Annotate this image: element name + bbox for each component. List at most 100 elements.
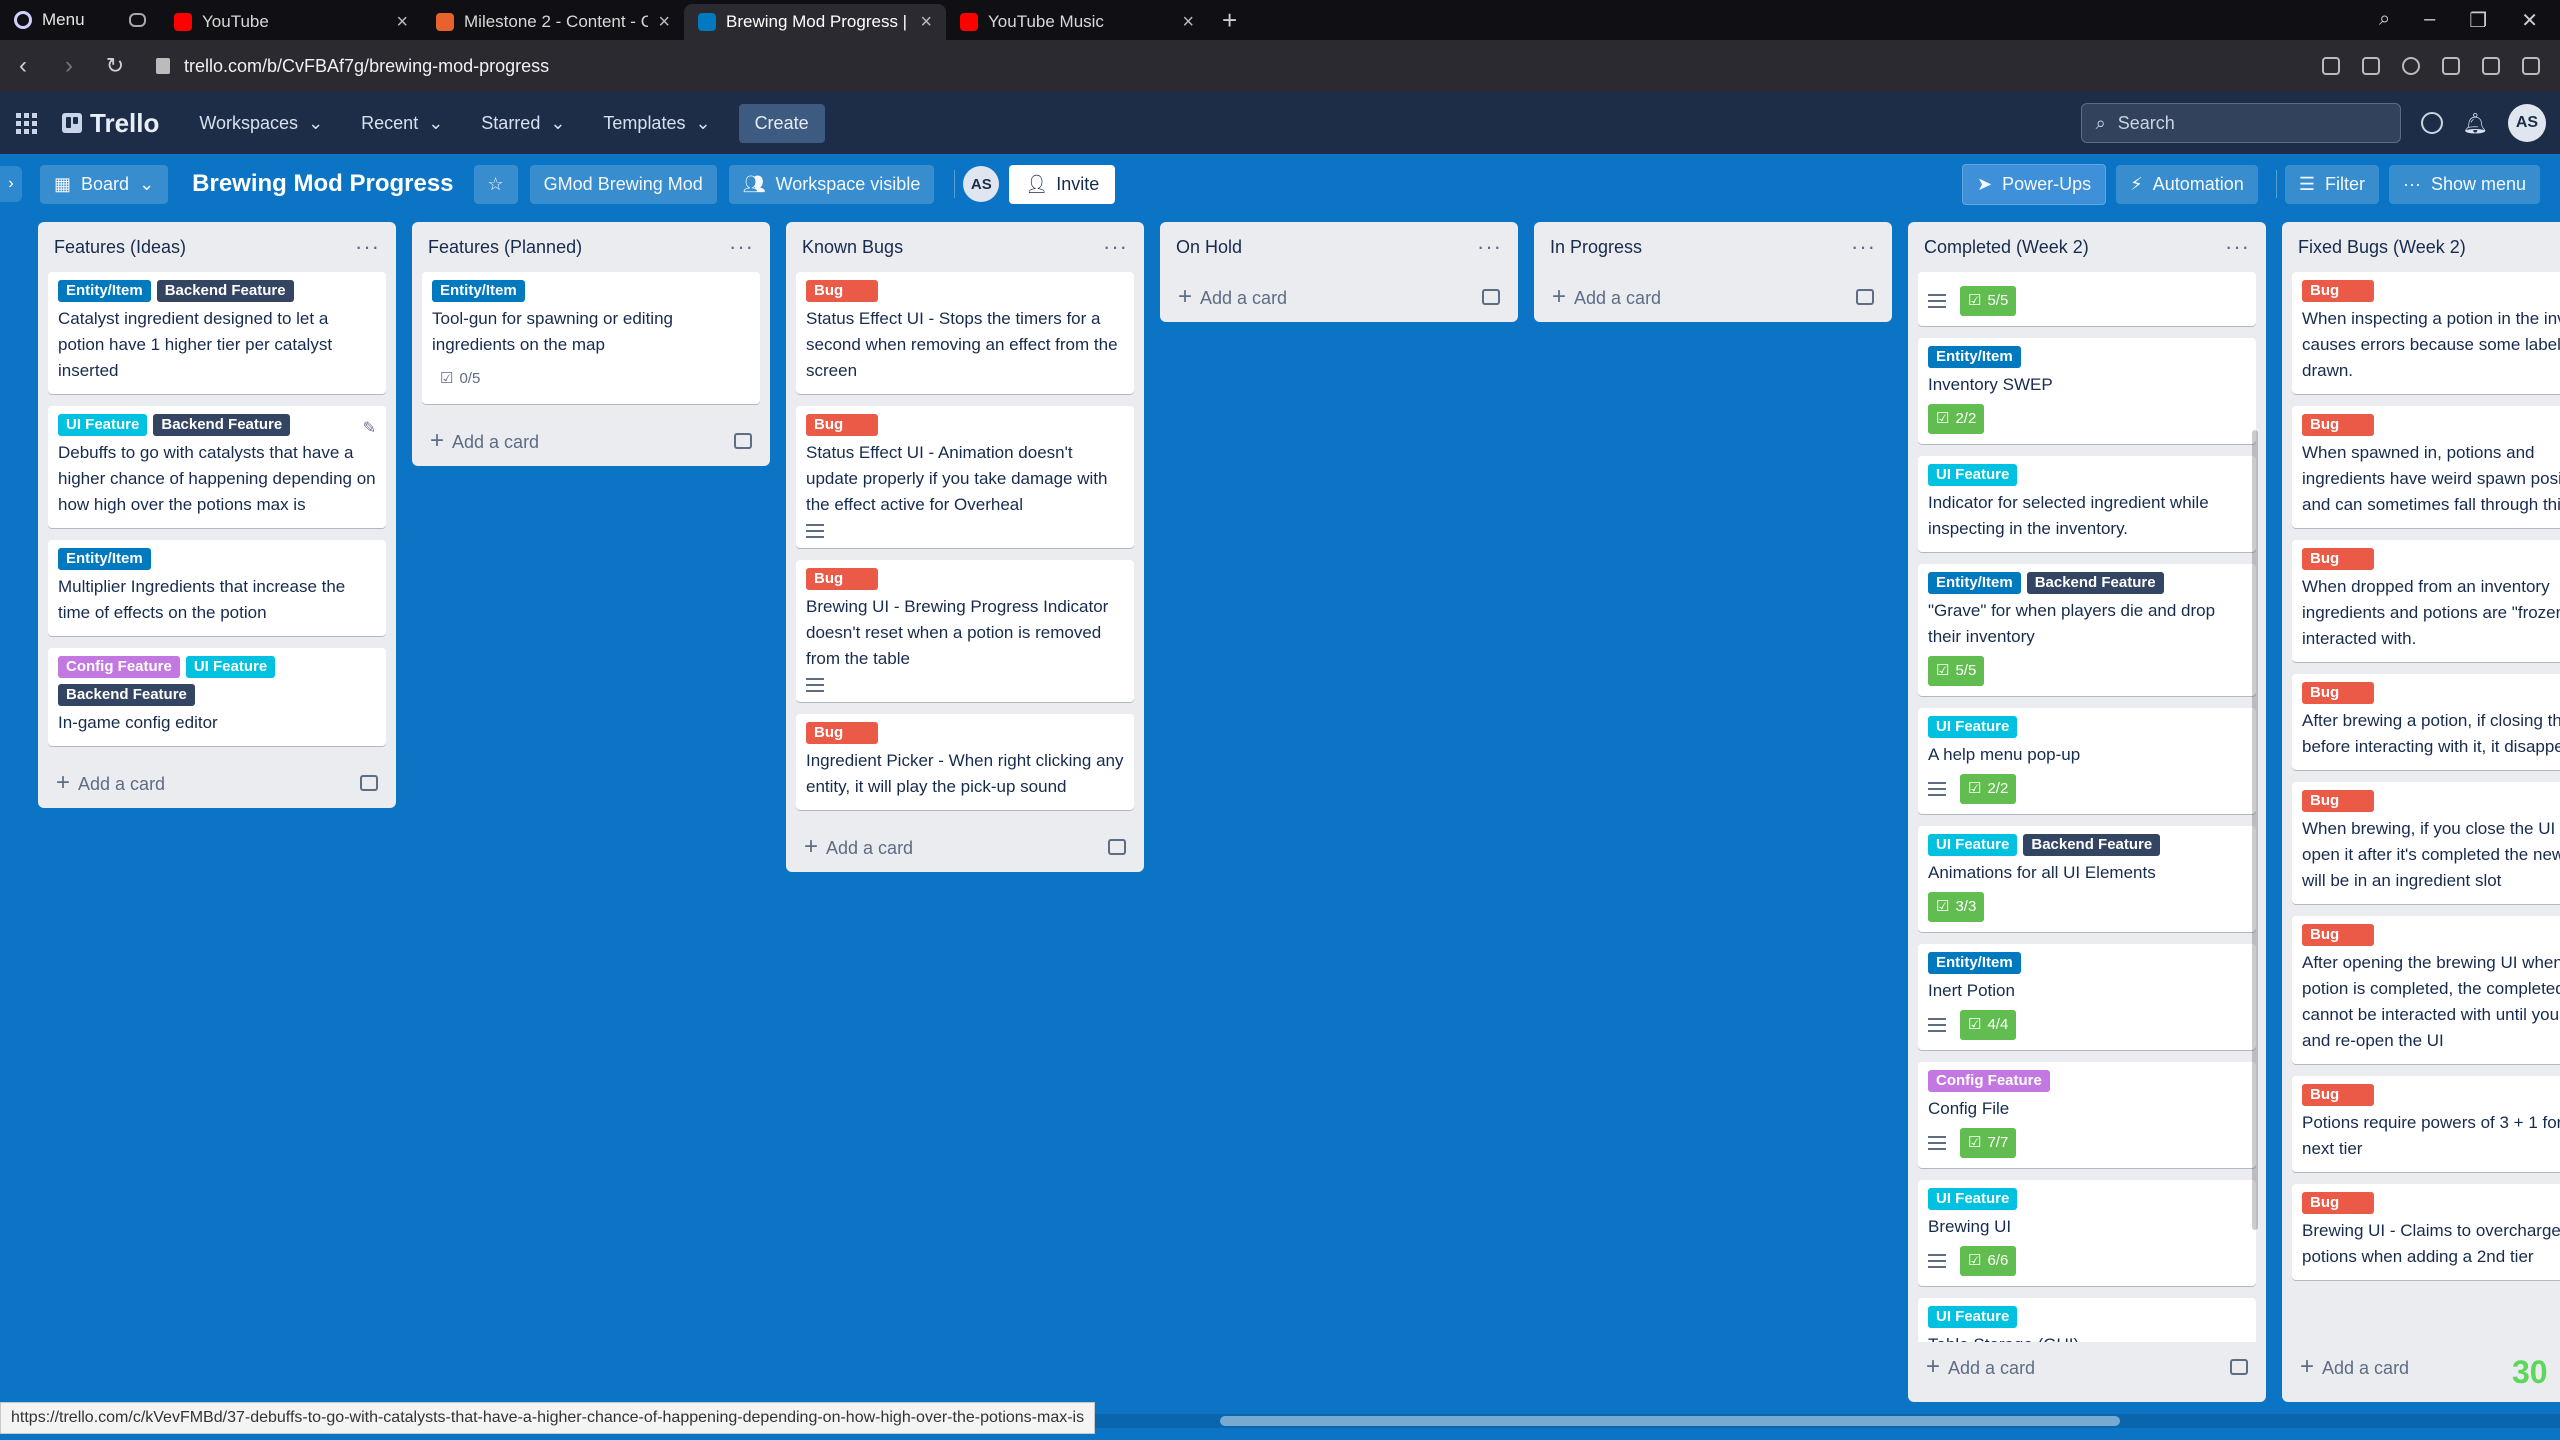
- card[interactable]: UI Feature Indicator for selected ingredi…: [1918, 456, 2256, 552]
- browser-tab[interactable]: YouTube ×: [160, 4, 422, 40]
- url-field[interactable]: trello.com/b/CvFBAf7g/brewing-mod-progre…: [156, 56, 549, 77]
- easy-setup-icon[interactable]: [2522, 57, 2540, 75]
- label-entity-item[interactable]: Entity/Item: [1928, 952, 2021, 974]
- show-menu-button[interactable]: ··· Show menu: [2388, 164, 2540, 204]
- scrollbar-thumb[interactable]: [1220, 1416, 2120, 1426]
- card[interactable]: Entity/Item Multiplier Ingredients that i…: [48, 540, 386, 636]
- label-bug[interactable]: Bug: [806, 414, 878, 436]
- new-tab-button[interactable]: +: [1208, 5, 1251, 36]
- workspace-button[interactable]: GMod Brewing Mod: [529, 164, 717, 204]
- list-menu-icon[interactable]: ···: [1851, 234, 1876, 260]
- browser-tab[interactable]: Brewing Mod Progress | Tr ×: [684, 4, 946, 40]
- card[interactable]: Bug After brewing a potion, if closing th…: [2292, 674, 2560, 770]
- label-ui-feature[interactable]: UI Feature: [1928, 716, 2018, 738]
- list-title[interactable]: Known Bugs: [802, 237, 903, 258]
- card[interactable]: Entity/Item Inert Potion ☑ 4/4: [1918, 944, 2256, 1050]
- label-backend-feature[interactable]: Backend Feature: [156, 280, 294, 302]
- card-template-icon[interactable]: [1482, 289, 1500, 305]
- nav-recent[interactable]: Recent ⌄: [347, 105, 457, 142]
- card-template-icon[interactable]: [1108, 839, 1126, 855]
- list-menu-icon[interactable]: ···: [355, 234, 380, 260]
- add-card-button[interactable]: + Add a card: [1178, 283, 1287, 311]
- card[interactable]: Bug Ingredient Picker - When right clicki…: [796, 714, 1134, 810]
- heart-icon[interactable]: [2402, 57, 2420, 75]
- card[interactable]: Entity/Item Tool-gun for spawning or edit…: [422, 272, 760, 404]
- label-entity-item[interactable]: Entity/Item: [58, 280, 151, 302]
- app-switcher-icon[interactable]: [16, 112, 42, 134]
- card[interactable]: Entity/Item Backend Feature "Grave" for wh…: [1918, 564, 2256, 696]
- card[interactable]: UI Feature Brewing UI ☑ 6/6: [1918, 1180, 2256, 1286]
- user-avatar[interactable]: AS: [2508, 104, 2546, 142]
- back-icon[interactable]: ‹: [0, 52, 46, 80]
- create-button[interactable]: Create: [738, 103, 825, 143]
- list-title[interactable]: Features (Ideas): [54, 237, 186, 258]
- card[interactable]: Config Feature UI Feature Backend Feature I…: [48, 648, 386, 746]
- card[interactable]: Bug Potions require powers of 3 + 1 for t…: [2292, 1076, 2560, 1172]
- list-title[interactable]: Completed (Week 2): [1924, 237, 2089, 258]
- powerups-button[interactable]: ➤ Power-Ups: [1961, 163, 2107, 205]
- label-bug[interactable]: Bug: [2302, 548, 2374, 570]
- label-entity-item[interactable]: Entity/Item: [1928, 572, 2021, 594]
- reload-icon[interactable]: ↻: [92, 53, 138, 79]
- label-bug[interactable]: Bug: [2302, 924, 2374, 946]
- label-backend-feature[interactable]: Backend Feature: [2023, 834, 2161, 856]
- label-ui-feature[interactable]: UI Feature: [1928, 1188, 2018, 1210]
- add-card-button[interactable]: + Add a card: [2300, 1353, 2409, 1381]
- board-title[interactable]: Brewing Mod Progress: [180, 162, 465, 206]
- download-icon[interactable]: [2482, 57, 2500, 75]
- star-board-button[interactable]: ☆: [473, 164, 518, 204]
- label-entity-item[interactable]: Entity/Item: [432, 280, 525, 302]
- add-card-button[interactable]: + Add a card: [1926, 1353, 2035, 1381]
- automation-button[interactable]: ⚡︎ Automation: [2116, 164, 2258, 204]
- adblock-icon[interactable]: [2362, 57, 2380, 75]
- card[interactable]: UI Feature Backend Feature Debuffs to go w…: [48, 406, 386, 528]
- card-template-icon[interactable]: [2230, 1359, 2248, 1375]
- trello-logo[interactable]: Trello: [62, 108, 159, 139]
- label-backend-feature[interactable]: Backend Feature: [58, 684, 195, 706]
- label-bug[interactable]: Bug: [806, 568, 878, 590]
- label-backend-feature[interactable]: Backend Feature: [153, 414, 291, 436]
- nav-workspaces[interactable]: Workspaces ⌄: [185, 105, 337, 142]
- nav-starred[interactable]: Starred ⌄: [467, 105, 579, 142]
- list-menu-icon[interactable]: ···: [729, 234, 754, 260]
- invite-button[interactable]: 👤︎ Invite: [1009, 164, 1116, 204]
- card[interactable]: Bug When dropped from an inventory ingred…: [2292, 540, 2560, 662]
- card[interactable]: UI Feature A help menu pop-up ☑ 2/2: [1918, 708, 2256, 814]
- label-bug[interactable]: Bug: [806, 722, 878, 744]
- label-entity-item[interactable]: Entity/Item: [1928, 346, 2021, 368]
- list-menu-icon[interactable]: ···: [1477, 234, 1502, 260]
- extensions-icon[interactable]: [2442, 57, 2460, 75]
- discord-icon[interactable]: [128, 13, 146, 27]
- close-tab-icon[interactable]: ×: [396, 11, 408, 34]
- card[interactable]: Bug Brewing UI - Claims to overcharge pot…: [2292, 1184, 2560, 1280]
- browser-tab[interactable]: YouTube Music ×: [946, 4, 1208, 40]
- browser-search-icon[interactable]: ⌕: [2379, 8, 2390, 33]
- minimize-icon[interactable]: –: [2424, 8, 2435, 33]
- label-entity-item[interactable]: Entity/Item: [58, 548, 151, 570]
- card[interactable]: Bug After opening the brewing UI when a p…: [2292, 916, 2560, 1064]
- label-config-feature[interactable]: Config Feature: [1928, 1070, 2050, 1092]
- browser-tab[interactable]: Milestone 2 - Content - Cl ×: [422, 4, 684, 40]
- close-tab-icon[interactable]: ×: [920, 11, 932, 34]
- list-title[interactable]: In Progress: [1550, 237, 1642, 258]
- card[interactable]: Entity/Item Backend Feature Catalyst ingre…: [48, 272, 386, 394]
- sidebar-expand-icon[interactable]: ›: [0, 166, 22, 202]
- nav-templates[interactable]: Templates ⌄: [589, 105, 724, 142]
- label-ui-feature[interactable]: UI Feature: [58, 414, 148, 436]
- label-bug[interactable]: Bug: [2302, 1192, 2374, 1214]
- card[interactable]: Bug When brewing, if you close the UI and…: [2292, 782, 2560, 904]
- label-backend-feature[interactable]: Backend Feature: [2026, 572, 2164, 594]
- card[interactable]: Config Feature Config File ☑ 7/7: [1918, 1062, 2256, 1168]
- label-ui-feature[interactable]: UI Feature: [1928, 834, 2018, 856]
- close-window-icon[interactable]: ✕: [2521, 8, 2538, 33]
- card-template-icon[interactable]: [360, 775, 378, 791]
- label-ui-feature[interactable]: UI Feature: [1928, 1306, 2018, 1328]
- search-field[interactable]: ⌕ Search: [2080, 103, 2401, 143]
- label-bug[interactable]: Bug: [2302, 280, 2374, 302]
- snapshot-icon[interactable]: [2322, 57, 2340, 75]
- list-menu-icon[interactable]: ···: [2225, 234, 2250, 260]
- card[interactable]: Bug Status Effect UI - Animation doesn't …: [796, 406, 1134, 548]
- info-icon[interactable]: [2420, 112, 2443, 134]
- card[interactable]: Bug Brewing UI - Brewing Progress Indicat…: [796, 560, 1134, 702]
- list-title[interactable]: Features (Planned): [428, 237, 582, 258]
